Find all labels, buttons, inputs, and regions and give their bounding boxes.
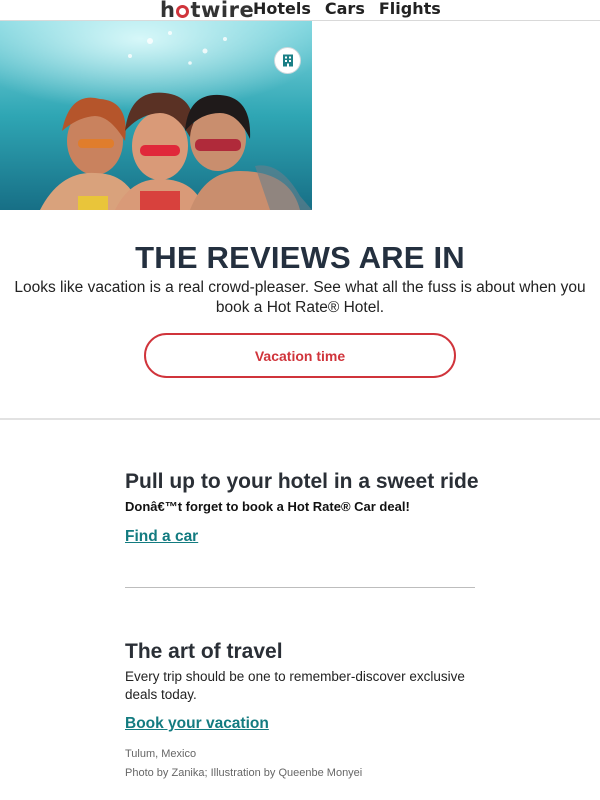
art-section-body: Every trip should be one to remember-dis…: [125, 669, 465, 702]
content-divider: [125, 587, 475, 588]
nav-flights[interactable]: Flights: [379, 0, 441, 20]
car-section-subtitle: Donâ€™t forget to book a Hot Rate® Car d…: [125, 499, 410, 514]
book-your-vacation-link[interactable]: Book your vacation: [125, 715, 269, 733]
caption-credit: Photo by Zanika; Illustration by Queenbe…: [125, 767, 363, 779]
hero-photo: [0, 21, 312, 210]
hotel-building-icon[interactable]: [274, 47, 301, 74]
main-nav: Hotels Cars Flights: [253, 0, 441, 20]
find-a-car-link[interactable]: Find a car: [125, 528, 198, 546]
car-section-title: Pull up to your hotel in a sweet ride: [125, 470, 479, 493]
reviews-headline: THE REVIEWS ARE IN: [135, 240, 465, 275]
nav-hotels[interactable]: Hotels: [253, 0, 311, 20]
logo-o-mark: [176, 5, 190, 18]
nav-cars[interactable]: Cars: [325, 0, 365, 20]
hero-image: [0, 21, 312, 210]
building-glyph: [282, 54, 293, 67]
section-divider: [0, 418, 600, 420]
vacation-time-button[interactable]: Vacation time: [144, 333, 456, 378]
caption-location: Tulum, Mexico: [125, 748, 197, 760]
hotwire-logo[interactable]: h twire: [160, 0, 254, 23]
top-header: h twire Hotels Cars Flights: [0, 0, 600, 23]
art-section-title: The art of travel: [125, 640, 283, 663]
reviews-subcopy: Looks like vacation is a real crowd-plea…: [14, 279, 586, 316]
